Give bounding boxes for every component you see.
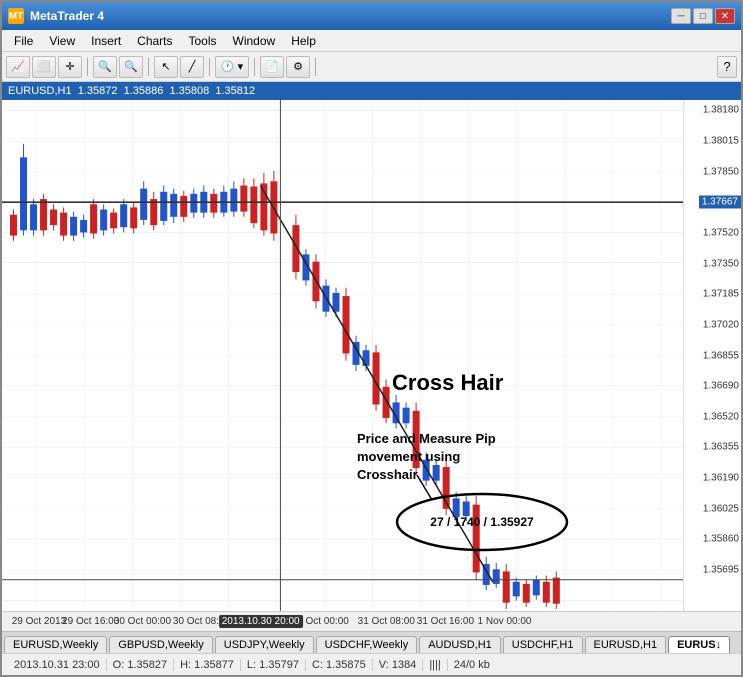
price-label-7: 1.37020 [703, 319, 739, 330]
toolbar-new-chart[interactable]: 📈 [6, 56, 30, 78]
chart-canvas[interactable]: Cross Hair Price and Measure Pip movemen… [2, 100, 683, 611]
time-axis: 29 Oct 2013 29 Oct 16:00 30 Oct 00:00 30… [2, 611, 741, 631]
menu-window[interactable]: Window [225, 32, 284, 50]
tab-eurusd-h1[interactable]: EURUSD,H1 [585, 636, 667, 653]
price-label-9: 1.36690 [703, 381, 739, 392]
toolbar-sep-4 [254, 58, 255, 76]
status-open-label: O: [113, 659, 125, 671]
toolbar-sep-1 [87, 58, 88, 76]
title-bar-left: MT MetaTrader 4 [8, 8, 104, 24]
tab-eurusd-weekly[interactable]: EURUSD,Weekly [4, 636, 107, 653]
symbol-info: EURUSD,H1 1.35872 1.35886 1.35808 1.3581… [8, 85, 255, 97]
time-label-5: Oct 00:00 [305, 616, 348, 627]
price-label-5: 1.37350 [703, 258, 739, 269]
toolbar-arrow[interactable]: ↖ [154, 56, 178, 78]
status-bar: 2013.10.31 23:00 O: 1.35827 H: 1.35877 L… [2, 653, 741, 675]
toolbar-help[interactable]: ? [717, 56, 737, 78]
tab-eurus-active[interactable]: EURUS↓ [668, 636, 730, 653]
time-label-8: 1 Nov 00:00 [478, 616, 532, 627]
price-label-13: 1.36025 [703, 503, 739, 514]
status-open-value: 1.35827 [127, 659, 167, 671]
time-label-3: 30 Oct 00:00 [114, 616, 171, 627]
tab-usdjpy-weekly[interactable]: USDJPY,Weekly [215, 636, 314, 653]
chart-main: Cross Hair Price and Measure Pip movemen… [2, 100, 741, 611]
status-kb: 24/0 kb [448, 659, 496, 671]
status-close-value: 1.35875 [326, 659, 366, 671]
status-bars-icon: |||| [423, 659, 447, 671]
status-low: L: 1.35797 [241, 659, 306, 671]
price-label-4: 1.37520 [703, 227, 739, 238]
toolbar-period[interactable]: 🕐 ▾ [215, 56, 249, 78]
maximize-button[interactable]: □ [693, 8, 713, 24]
toolbar-sep-2 [148, 58, 149, 76]
toolbar: 📈 ⬜ ✛ 🔍 🔍 ↖ ╱ 🕐 ▾ 📄 ⚙ ? [2, 52, 741, 82]
menu-tools[interactable]: Tools [181, 32, 225, 50]
chart-svg [2, 100, 683, 611]
status-low-value: 1.35797 [259, 659, 299, 671]
chart-tab-bar: EURUSD,Weekly GBPUSD,Weekly USDJPY,Weekl… [2, 631, 741, 653]
menu-help[interactable]: Help [283, 32, 324, 50]
price-label-11: 1.36355 [703, 442, 739, 453]
current-price-badge: 1.37667 [699, 196, 741, 209]
status-high-value: 1.35877 [194, 659, 234, 671]
time-label-6: 31 Oct 08:00 [358, 616, 415, 627]
status-datetime: 2013.10.31 23:00 [8, 659, 107, 671]
price-label-14: 1.35860 [703, 534, 739, 545]
title-bar: MT MetaTrader 4 ─ □ ✕ [2, 2, 741, 30]
status-high-label: H: [180, 659, 191, 671]
menu-bar: File View Insert Charts Tools Window Hel… [2, 30, 741, 52]
toolbar-indicators[interactable]: ⚙ [286, 56, 310, 78]
close-button[interactable]: ✕ [715, 8, 735, 24]
price-label-2: 1.38015 [703, 135, 739, 146]
toolbar-chart-window[interactable]: ⬜ [32, 56, 56, 78]
status-high: H: 1.35877 [174, 659, 241, 671]
price-label-6: 1.37185 [703, 289, 739, 300]
minimize-button[interactable]: ─ [671, 8, 691, 24]
status-open: O: 1.35827 [107, 659, 174, 671]
price-label-8: 1.36855 [703, 350, 739, 361]
menu-charts[interactable]: Charts [129, 32, 180, 50]
time-label-1: 29 Oct 2013 [12, 616, 66, 627]
toolbar-sep-3 [209, 58, 210, 76]
price-label-15: 1.35695 [703, 565, 739, 576]
status-close-label: C: [312, 659, 323, 671]
price-label-3: 1.37850 [703, 166, 739, 177]
chart-symbol-header: EURUSD,H1 1.35872 1.35886 1.35808 1.3581… [2, 82, 741, 100]
toolbar-crosshair[interactable]: ✛ [58, 56, 82, 78]
status-close: C: 1.35875 [306, 659, 373, 671]
price-label-1: 1.38180 [703, 105, 739, 116]
toolbar-sep-5 [315, 58, 316, 76]
menu-file[interactable]: File [6, 32, 41, 50]
time-label-7: 31 Oct 16:00 [417, 616, 474, 627]
tab-audusd-h1[interactable]: AUDUSD,H1 [419, 636, 501, 653]
chart-area: EURUSD,H1 1.35872 1.35886 1.35808 1.3581… [2, 82, 741, 653]
toolbar-line[interactable]: ╱ [180, 56, 204, 78]
time-label-selected: 2013.10.30 20:00 [219, 615, 303, 628]
toolbar-zoom-in[interactable]: 🔍 [93, 56, 117, 78]
status-volume: V: 1384 [373, 659, 424, 671]
window-title: MetaTrader 4 [30, 9, 104, 23]
status-volume-label: V: [379, 659, 389, 671]
window-controls: ─ □ ✕ [671, 8, 735, 24]
tab-usdchf-h1[interactable]: USDCHF,H1 [503, 636, 583, 653]
toolbar-template[interactable]: 📄 [260, 56, 284, 78]
tab-usdchf-weekly[interactable]: USDCHF,Weekly [316, 636, 418, 653]
status-volume-value: 1384 [392, 659, 416, 671]
main-window: MT MetaTrader 4 ─ □ ✕ File View Insert C… [0, 0, 743, 677]
toolbar-zoom-out[interactable]: 🔍 [119, 56, 143, 78]
price-axis: 1.38180 1.38015 1.37850 1.37685 1.37520 … [683, 100, 741, 611]
price-label-10: 1.36520 [703, 411, 739, 422]
status-low-label: L: [247, 659, 256, 671]
menu-insert[interactable]: Insert [83, 32, 129, 50]
time-label-2: 29 Oct 16:00 [62, 616, 119, 627]
price-label-12: 1.36190 [703, 473, 739, 484]
app-icon: MT [8, 8, 24, 24]
menu-view[interactable]: View [41, 32, 83, 50]
tab-gbpusd-weekly[interactable]: GBPUSD,Weekly [109, 636, 212, 653]
